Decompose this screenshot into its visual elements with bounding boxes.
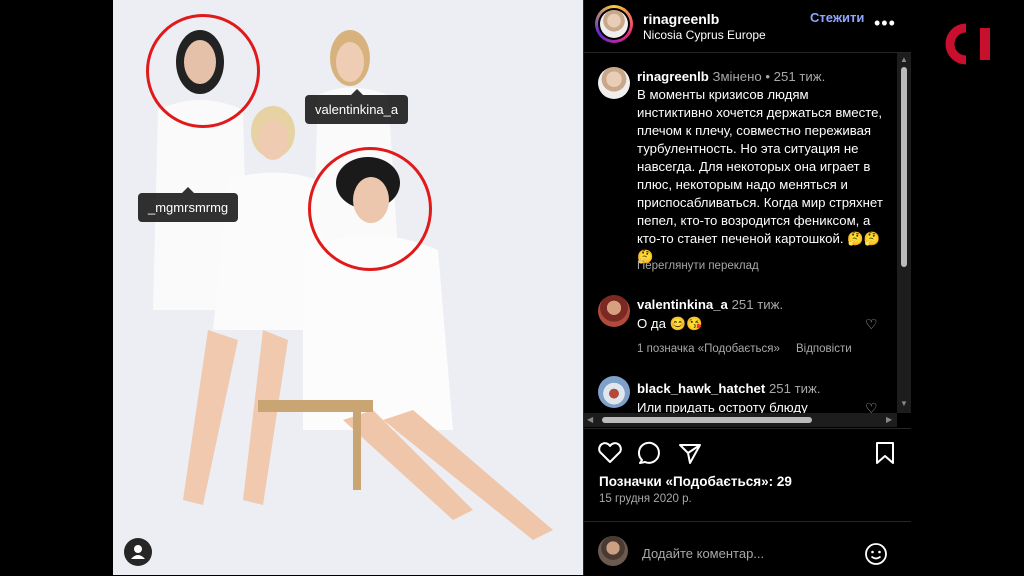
comment-username[interactable]: black_hawk_hatchet — [637, 381, 765, 396]
photo-tag-valentinkina[interactable]: valentinkina_a — [305, 89, 409, 124]
follow-button[interactable]: Стежити — [810, 10, 864, 25]
scroll-thumb[interactable] — [602, 417, 812, 423]
comment-text: О да 😊😘 — [637, 316, 703, 331]
heart-icon[interactable] — [597, 441, 623, 465]
post-photo[interactable]: valentinkina_a _mgmrsmrmg — [113, 0, 583, 575]
caption: rinagreenlb Змінено • 251 тиж. В моменты… — [637, 68, 887, 266]
comment-avatar[interactable] — [598, 376, 630, 408]
highlight-circle-front — [308, 147, 432, 271]
post-actions — [584, 428, 911, 477]
caption-separator: • — [765, 69, 770, 84]
horizontal-scrollbar[interactable]: ◀ ▶ — [584, 413, 897, 427]
comment-icon[interactable] — [637, 441, 663, 465]
post-date: 15 грудня 2020 р. — [599, 493, 692, 505]
scroll-left-arrow[interactable]: ◀ — [587, 415, 593, 424]
header-username[interactable]: rinagreenlb — [643, 11, 719, 27]
caption-avatar[interactable] — [598, 67, 630, 99]
likes-count[interactable]: Позначки «Подобається»: 29 — [599, 474, 792, 489]
more-options-icon[interactable]: ••• — [874, 13, 896, 34]
comments-list[interactable]: rinagreenlb Змінено • 251 тиж. В моменты… — [584, 53, 897, 413]
user-tag-button[interactable] — [124, 538, 152, 566]
comment-text: Или придать остроту блюду — [637, 400, 808, 413]
comment-1: valentinkina_a 251 тиж. — [637, 297, 783, 312]
user-tag-icon — [131, 545, 145, 559]
comment-2: black_hawk_hatchet 251 тиж. — [637, 381, 821, 396]
scroll-thumb[interactable] — [901, 67, 907, 267]
channel-logo — [945, 23, 990, 65]
add-comment-row: Додайте коментар... — [584, 521, 911, 576]
comment-username[interactable]: valentinkina_a — [637, 297, 728, 312]
caption-username[interactable]: rinagreenlb — [637, 69, 709, 84]
caption-text: В моменты кризисов людям инстиктивно хоч… — [637, 87, 883, 264]
share-icon[interactable] — [677, 441, 703, 465]
header-avatar[interactable] — [595, 5, 633, 43]
comment-like-icon[interactable]: ♡ — [865, 316, 878, 333]
caption-age: 251 тиж. — [773, 69, 826, 84]
comment-avatar[interactable] — [598, 295, 630, 327]
header-location[interactable]: Nicosia Cyprus Europe — [643, 28, 766, 42]
highlight-circle-top-left — [146, 14, 260, 128]
vertical-scrollbar[interactable]: ▲ ▼ — [897, 53, 911, 413]
post-header: rinagreenlb Nicosia Cyprus Europe Стежит… — [584, 0, 911, 53]
comment-age: 251 тиж. — [731, 297, 784, 312]
caption-edited: Змінено — [712, 69, 762, 84]
photo-tag-mgmrsmrmg[interactable]: _mgmrsmrmg — [138, 187, 239, 222]
scroll-right-arrow[interactable]: ▶ — [886, 415, 892, 424]
current-user-avatar — [598, 536, 628, 566]
post-side-panel: rinagreenlb Nicosia Cyprus Europe Стежит… — [583, 0, 911, 575]
comment-age: 251 тиж. — [768, 381, 821, 396]
reply-button[interactable]: Відповісти — [796, 343, 852, 355]
comment-likes[interactable]: 1 позначка «Подобається» — [637, 343, 780, 355]
scroll-up-arrow[interactable]: ▲ — [900, 55, 908, 64]
scroll-down-arrow[interactable]: ▼ — [900, 399, 908, 408]
bookmark-icon[interactable] — [874, 441, 896, 465]
add-comment-input[interactable]: Додайте коментар... — [642, 546, 764, 561]
see-translation-link[interactable]: Переглянути переклад — [637, 260, 759, 272]
comment-like-icon[interactable]: ♡ — [865, 400, 878, 413]
emoji-icon[interactable] — [864, 542, 888, 566]
